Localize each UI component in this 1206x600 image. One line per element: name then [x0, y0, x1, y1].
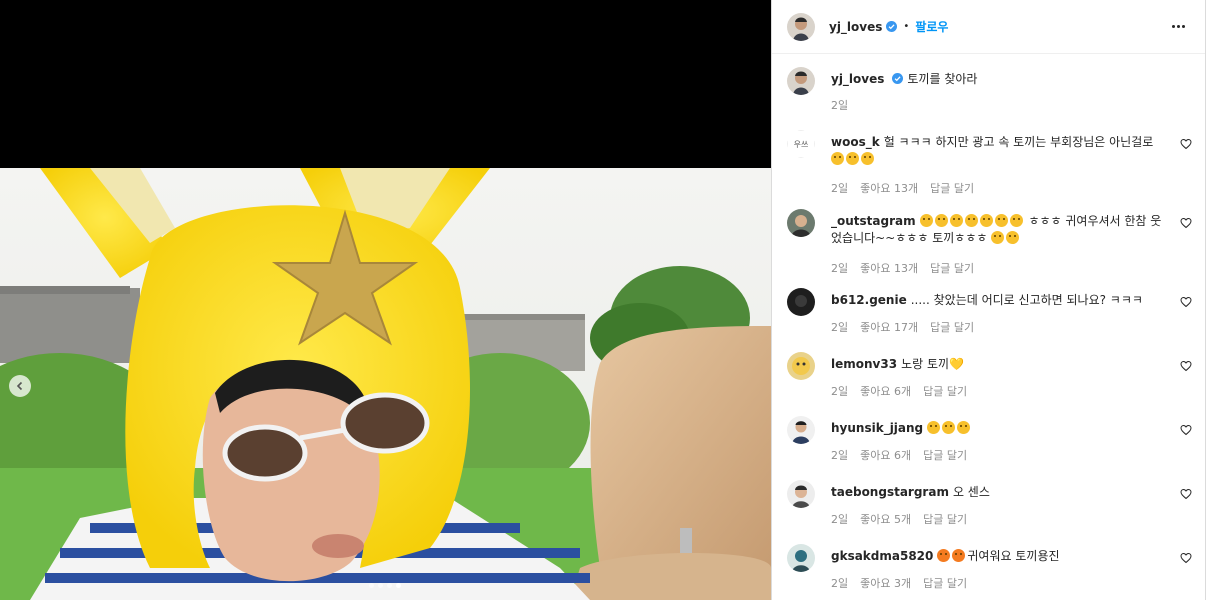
- comment-time: 2일: [831, 449, 849, 462]
- reply-button[interactable]: 답글 달기: [923, 383, 967, 399]
- post-header: yj_loves • 팔로우: [772, 0, 1205, 54]
- rofl-emoji-icon: [991, 231, 1005, 244]
- commenter-avatar[interactable]: 우쓰: [787, 130, 815, 158]
- follow-button[interactable]: 팔로우: [915, 18, 948, 35]
- grin-emoji-icon: [1009, 214, 1023, 227]
- comment-text: ..... 찾았는데 어디로 신고하면 되나요? ㅋㅋㅋ: [910, 293, 1143, 307]
- comment-time: 2일: [831, 321, 849, 334]
- post-side-panel: yj_loves • 팔로우 yj_loves 토끼를 찾아라 2일 우쓰 woo…: [771, 0, 1206, 600]
- commenter-avatar[interactable]: [787, 352, 815, 380]
- comment-text: 헐 ㅋㅋㅋ 하지만 광고 속 토끼는 부회장님은 아닌걸로: [883, 135, 1154, 149]
- comment-likes[interactable]: 좋아요 6개: [860, 447, 911, 463]
- commenter-avatar[interactable]: [787, 209, 815, 237]
- author-username[interactable]: yj_loves: [829, 20, 882, 34]
- commenter-avatar[interactable]: [787, 288, 815, 316]
- squint-tongue-emoji-icon: [1006, 231, 1020, 244]
- reply-button[interactable]: 답글 달기: [930, 319, 974, 335]
- more-options-icon[interactable]: [1169, 17, 1187, 35]
- joy-emoji-icon: [957, 421, 971, 434]
- heart-icon[interactable]: [1180, 138, 1192, 150]
- carousel-dot-active: [396, 583, 401, 588]
- comment-username[interactable]: woos_k: [831, 135, 880, 149]
- heart-icon[interactable]: [1180, 488, 1192, 500]
- carousel-indicator: [369, 583, 401, 588]
- chevron-left-icon: [16, 381, 23, 391]
- heart-icon[interactable]: [1180, 296, 1192, 308]
- post-photo: [0, 168, 771, 600]
- comment-likes[interactable]: 좋아요 13개: [860, 180, 918, 196]
- verified-badge-icon: [886, 21, 898, 32]
- commenter-avatar[interactable]: [787, 544, 815, 572]
- comment-time: 2일: [831, 577, 849, 590]
- verified-badge-icon: [892, 73, 904, 84]
- astonished-emoji-icon: [846, 152, 859, 165]
- comment-text: 노랑 토끼💛: [901, 357, 964, 371]
- comment-username[interactable]: _outstagram: [831, 214, 916, 228]
- comment-text: 귀여워요 토끼용진: [967, 549, 1060, 563]
- comment-likes[interactable]: 좋아요 3개: [860, 575, 911, 591]
- comment-username[interactable]: taebongstargram: [831, 485, 949, 499]
- carousel-dot: [378, 583, 383, 588]
- comment-time: 2일: [831, 385, 849, 398]
- heart-icon[interactable]: [1180, 217, 1192, 229]
- astonished-emoji-icon: [831, 152, 844, 165]
- comment-text: 오 센스: [952, 485, 990, 499]
- caption-username[interactable]: yj_loves: [831, 72, 884, 86]
- reply-button[interactable]: 답글 달기: [930, 260, 974, 276]
- comment-username[interactable]: lemonv33: [831, 357, 897, 371]
- heart-icon[interactable]: [1180, 360, 1192, 372]
- author-avatar[interactable]: [787, 12, 815, 41]
- grin-emoji-icon: [934, 214, 948, 227]
- reply-button[interactable]: 답글 달기: [923, 447, 967, 463]
- heart-icon[interactable]: [1180, 424, 1192, 436]
- svg-text:우쓰: 우쓰: [794, 140, 809, 149]
- reply-button[interactable]: 답글 달기: [923, 511, 967, 527]
- comment-likes[interactable]: 좋아요 6개: [860, 383, 911, 399]
- grin-emoji-icon: [919, 214, 933, 227]
- caption-text: 토끼를 찾아라: [907, 72, 978, 86]
- comment-time: 2일: [831, 182, 849, 195]
- grin-emoji-icon: [994, 214, 1008, 227]
- joy-emoji-icon: [942, 421, 956, 434]
- comment-likes[interactable]: 좋아요 13개: [860, 260, 918, 276]
- grin-emoji-icon: [979, 214, 993, 227]
- commenter-avatar[interactable]: [787, 416, 815, 444]
- caption-time: 2일: [831, 99, 849, 112]
- reply-button[interactable]: 답글 달기: [930, 180, 974, 196]
- astonished-emoji-icon: [861, 152, 874, 165]
- comment-time: 2일: [831, 513, 849, 526]
- author-avatar[interactable]: [787, 67, 815, 95]
- heart-icon[interactable]: [1180, 552, 1192, 564]
- commenter-avatar[interactable]: [787, 480, 815, 508]
- header-separator: •: [903, 21, 910, 32]
- comment-time: 2일: [831, 262, 849, 275]
- comment-likes[interactable]: 좋아요 5개: [860, 511, 911, 527]
- comment-username[interactable]: gksakdma5820: [831, 549, 933, 563]
- star-struck-emoji-icon: [937, 549, 951, 562]
- grin-emoji-icon: [949, 214, 963, 227]
- comment-username[interactable]: b612.genie: [831, 293, 907, 307]
- carousel-dot: [369, 583, 374, 588]
- comment-username[interactable]: hyunsik_jjang: [831, 421, 923, 435]
- grin-emoji-icon: [964, 214, 978, 227]
- reply-button[interactable]: 답글 달기: [923, 575, 967, 591]
- post-media: [0, 0, 771, 600]
- joy-emoji-icon: [927, 421, 941, 434]
- comment-likes[interactable]: 좋아요 17개: [860, 319, 918, 335]
- carousel-dot: [387, 583, 392, 588]
- comments-list: yj_loves 토끼를 찾아라 2일 우쓰 woos_k 헐 ㅋㅋㅋ 하지만 광고…: [772, 55, 1205, 600]
- carousel-prev-button[interactable]: [9, 375, 31, 397]
- star-struck-emoji-icon: [952, 549, 966, 562]
